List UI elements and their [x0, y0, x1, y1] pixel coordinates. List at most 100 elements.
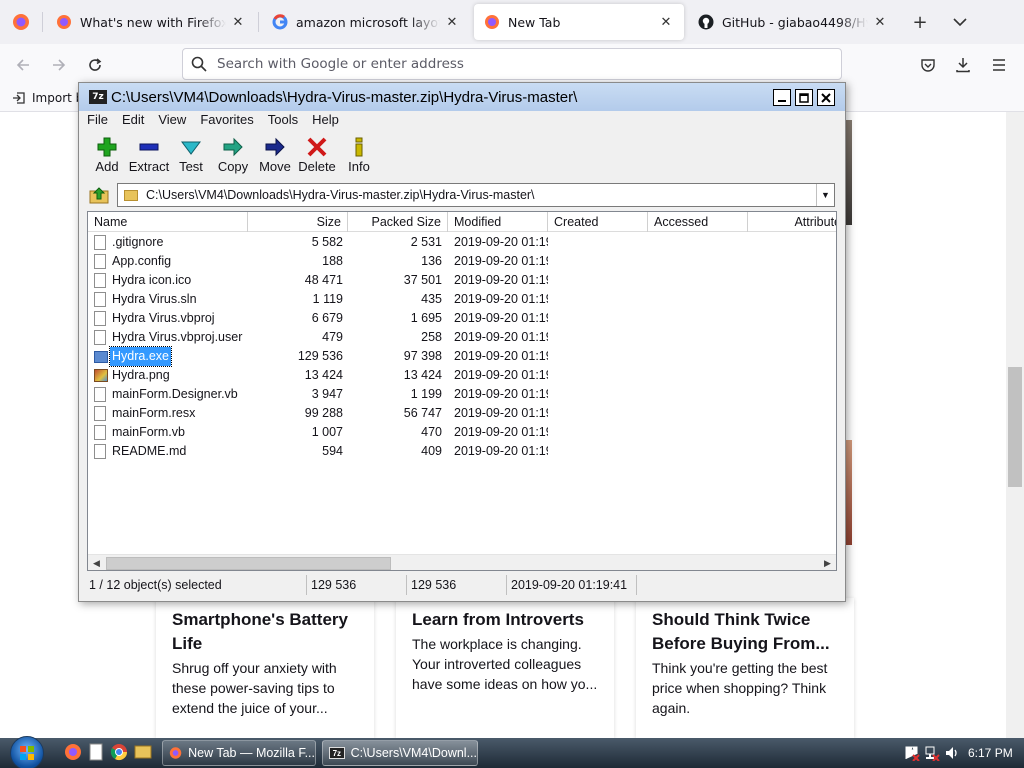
- menu-view[interactable]: View: [152, 111, 192, 131]
- story-card[interactable]: Learn from Introverts The workplace is c…: [396, 598, 614, 738]
- list-all-tabs-button[interactable]: [946, 8, 974, 36]
- file-modified: 2019-09-20 01:19: [454, 330, 548, 344]
- url-bar[interactable]: Search with Google or enter address: [182, 48, 842, 80]
- window-titlebar[interactable]: 7z C:\Users\VM4\Downloads\Hydra-Virus-ma…: [79, 83, 845, 111]
- back-button[interactable]: [10, 52, 36, 78]
- file-row[interactable]: Hydra.exe 129 536 97 398 2019-09-20 01:19: [88, 346, 836, 367]
- maximize-button[interactable]: [795, 89, 813, 106]
- volume-icon[interactable]: [944, 745, 960, 761]
- delete-label: Delete: [298, 159, 336, 174]
- download-icon: [956, 58, 970, 73]
- file-list[interactable]: Name Size Packed Size Modified Created A…: [87, 211, 837, 571]
- file-row[interactable]: mainForm.vb 1 007 470 2019-09-20 01:19: [88, 423, 836, 442]
- file-size: 594: [322, 444, 343, 458]
- file-row[interactable]: Hydra Virus.vbproj 6 679 1 695 2019-09-20 0…: [88, 309, 836, 328]
- menu-edit[interactable]: Edit: [116, 111, 150, 131]
- quicklaunch-explorer[interactable]: [134, 743, 154, 763]
- file-row[interactable]: App.config 188 136 2019-09-20 01:19: [88, 252, 836, 271]
- story-card[interactable]: Should Think Twice Before Buying From...…: [636, 598, 854, 738]
- dropdown-arrow-icon[interactable]: ▼: [816, 184, 834, 206]
- system-tray: 6:17 PM: [898, 738, 1024, 768]
- column-header-packed-size[interactable]: Packed Size: [348, 212, 448, 232]
- forward-button[interactable]: [46, 52, 72, 78]
- add-button[interactable]: Add: [85, 135, 129, 174]
- file-icon: [94, 387, 106, 402]
- close-button[interactable]: [817, 89, 835, 106]
- downloads-button[interactable]: [950, 52, 976, 78]
- new-tab-button[interactable]: +: [906, 8, 934, 36]
- menu-file[interactable]: File: [81, 111, 114, 131]
- copy-button[interactable]: Copy: [211, 135, 255, 174]
- test-button[interactable]: Test: [169, 135, 213, 174]
- column-header-name[interactable]: Name: [88, 212, 248, 232]
- column-header-modified[interactable]: Modified: [448, 212, 548, 232]
- copy-icon: [218, 135, 248, 159]
- action-center-icon[interactable]: [904, 745, 920, 761]
- minimize-button[interactable]: [773, 89, 791, 106]
- file-row[interactable]: README.md 594 409 2019-09-20 01:19: [88, 442, 836, 461]
- scroll-right-icon[interactable]: ▶: [819, 555, 836, 570]
- arrow-left-icon: [16, 59, 29, 71]
- pocket-button[interactable]: [915, 52, 941, 78]
- tab-github[interactable]: GitHub - giabao4498/Hydra-Virus ✕: [688, 4, 898, 40]
- copy-label: Copy: [217, 159, 249, 174]
- file-packed-size: 56 747: [403, 406, 442, 420]
- network-icon[interactable]: [924, 745, 940, 761]
- file-row[interactable]: mainForm.resx 99 288 56 747 2019-09-20 01:1…: [88, 404, 836, 423]
- file-size: 99 288: [304, 406, 343, 420]
- info-button[interactable]: Info: [337, 135, 381, 174]
- firefox-icon: [65, 744, 81, 760]
- column-header-attribute[interactable]: Attribute: [748, 212, 836, 232]
- quicklaunch-chrome[interactable]: [110, 743, 130, 763]
- path-combobox[interactable]: C:\Users\VM4\Downloads\Hydra-Virus-maste…: [117, 183, 835, 207]
- column-header-accessed[interactable]: Accessed: [648, 212, 748, 232]
- close-icon[interactable]: ✕: [444, 15, 460, 30]
- quicklaunch-notepad[interactable]: [88, 743, 108, 763]
- close-icon[interactable]: ✕: [872, 15, 888, 30]
- tab-title: What's new with Firefox - Mozilla: [80, 14, 226, 30]
- menu-tools[interactable]: Tools: [262, 111, 304, 131]
- menu-button[interactable]: [986, 52, 1012, 78]
- import-bookmarks-label: Import b: [32, 91, 84, 105]
- quicklaunch-firefox[interactable]: [64, 743, 84, 763]
- up-folder-button[interactable]: [87, 183, 111, 207]
- tab-whats-new[interactable]: What's new with Firefox - Mozilla ✕: [46, 4, 256, 40]
- folder-icon: [134, 745, 152, 759]
- menu-favorites[interactable]: Favorites: [194, 111, 259, 131]
- close-icon[interactable]: ✕: [658, 15, 674, 30]
- move-button[interactable]: Move: [253, 135, 297, 174]
- taskbar-7zip[interactable]: 7z C:\Users\VM4\Downl...: [322, 740, 478, 766]
- delete-button[interactable]: Delete: [295, 135, 339, 174]
- close-icon[interactable]: ✕: [230, 15, 246, 30]
- file-row[interactable]: Hydra icon.ico 48 471 37 501 2019-09-20 01:…: [88, 271, 836, 290]
- firefox-view-button[interactable]: [0, 0, 42, 44]
- tab-google-search[interactable]: amazon microsoft layoffs - Google ✕: [262, 4, 470, 40]
- column-header-created[interactable]: Created: [548, 212, 648, 232]
- file-row[interactable]: .gitignore 5 582 2 531 2019-09-20 01:19: [88, 233, 836, 252]
- file-packed-size: 1 199: [410, 387, 442, 401]
- file-row[interactable]: Hydra.png 13 424 13 424 2019-09-20 01:19: [88, 366, 836, 385]
- scroll-left-icon[interactable]: ◀: [88, 555, 105, 570]
- page-scrollbar[interactable]: [1006, 112, 1024, 738]
- story-headline: Smartphone's Battery Life: [172, 610, 348, 653]
- import-bookmarks-button[interactable]: Import b: [12, 91, 83, 105]
- file-row[interactable]: mainForm.Designer.vb 3 947 1 199 2019-09-20…: [88, 385, 836, 404]
- taskbar-firefox[interactable]: New Tab — Mozilla F...: [162, 740, 316, 766]
- extract-button[interactable]: Extract: [127, 135, 171, 174]
- reload-button[interactable]: [82, 52, 108, 78]
- horizontal-scrollbar[interactable]: ◀ ▶: [88, 554, 836, 570]
- start-button[interactable]: [10, 736, 44, 768]
- file-size: 3 947: [311, 387, 343, 401]
- file-row[interactable]: Hydra Virus.vbproj.user 479 258 2019-09-20 …: [88, 328, 836, 347]
- menu-help[interactable]: Help: [306, 111, 345, 131]
- story-headline: Learn from Introverts: [412, 610, 584, 629]
- file-icon: [94, 235, 106, 250]
- file-row[interactable]: Hydra Virus.sln 1 119 435 2019-09-20 01:19: [88, 290, 836, 309]
- file-packed-size: 258: [421, 330, 442, 344]
- tab-new-tab[interactable]: New Tab ✕: [474, 4, 684, 40]
- clock[interactable]: 6:17 PM: [968, 746, 1013, 760]
- scrollbar-thumb[interactable]: [1008, 367, 1022, 487]
- story-card[interactable]: Smartphone's Battery Life Shrug off your…: [156, 598, 374, 738]
- scrollbar-thumb[interactable]: [106, 557, 391, 570]
- column-header-size[interactable]: Size: [248, 212, 348, 232]
